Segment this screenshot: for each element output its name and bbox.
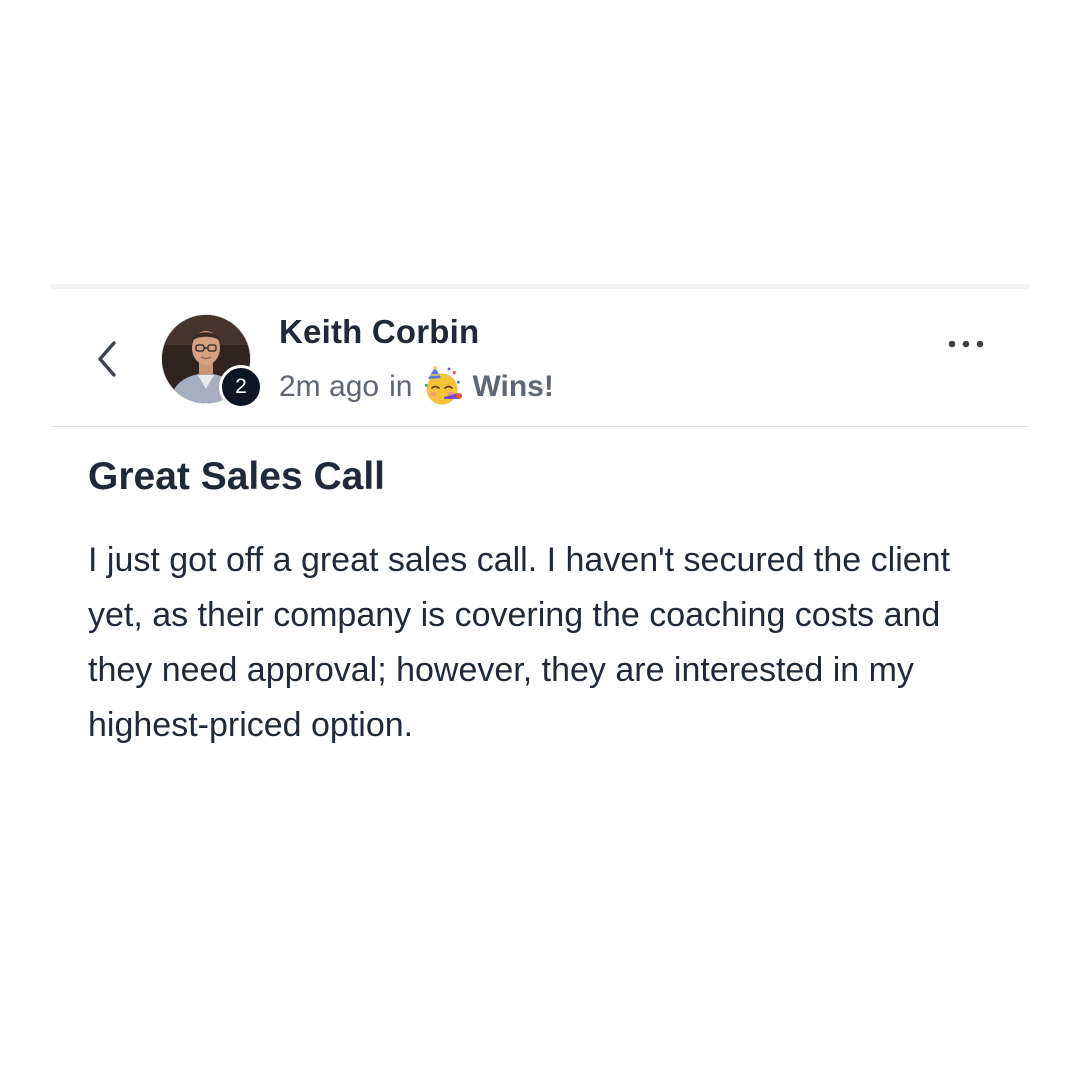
post-title: Great Sales Call [88,455,385,498]
author-avatar[interactable]: 2 [161,314,263,409]
post-page: 2 Keith Corbin 2m ago in Wins! Great Sal… [0,0,1080,1080]
post-header: 2 Keith Corbin 2m ago in Wins! [51,289,1029,426]
post-meta: 2m ago in Wins! [279,366,554,408]
more-options-button[interactable] [941,329,991,359]
in-label: in [389,370,413,403]
more-horizontal-icon [948,340,984,348]
level-badge: 2 [219,365,263,409]
header-divider [51,426,1029,427]
category-link[interactable]: Wins! [472,370,553,404]
post-body: I just got off a great sales call. I hav… [88,541,951,744]
post-time: 2m ago [279,370,380,403]
partying-face-icon [422,366,464,408]
back-button[interactable] [87,337,127,381]
author-name[interactable]: Keith Corbin [279,313,479,351]
chevron-left-icon [98,341,116,377]
